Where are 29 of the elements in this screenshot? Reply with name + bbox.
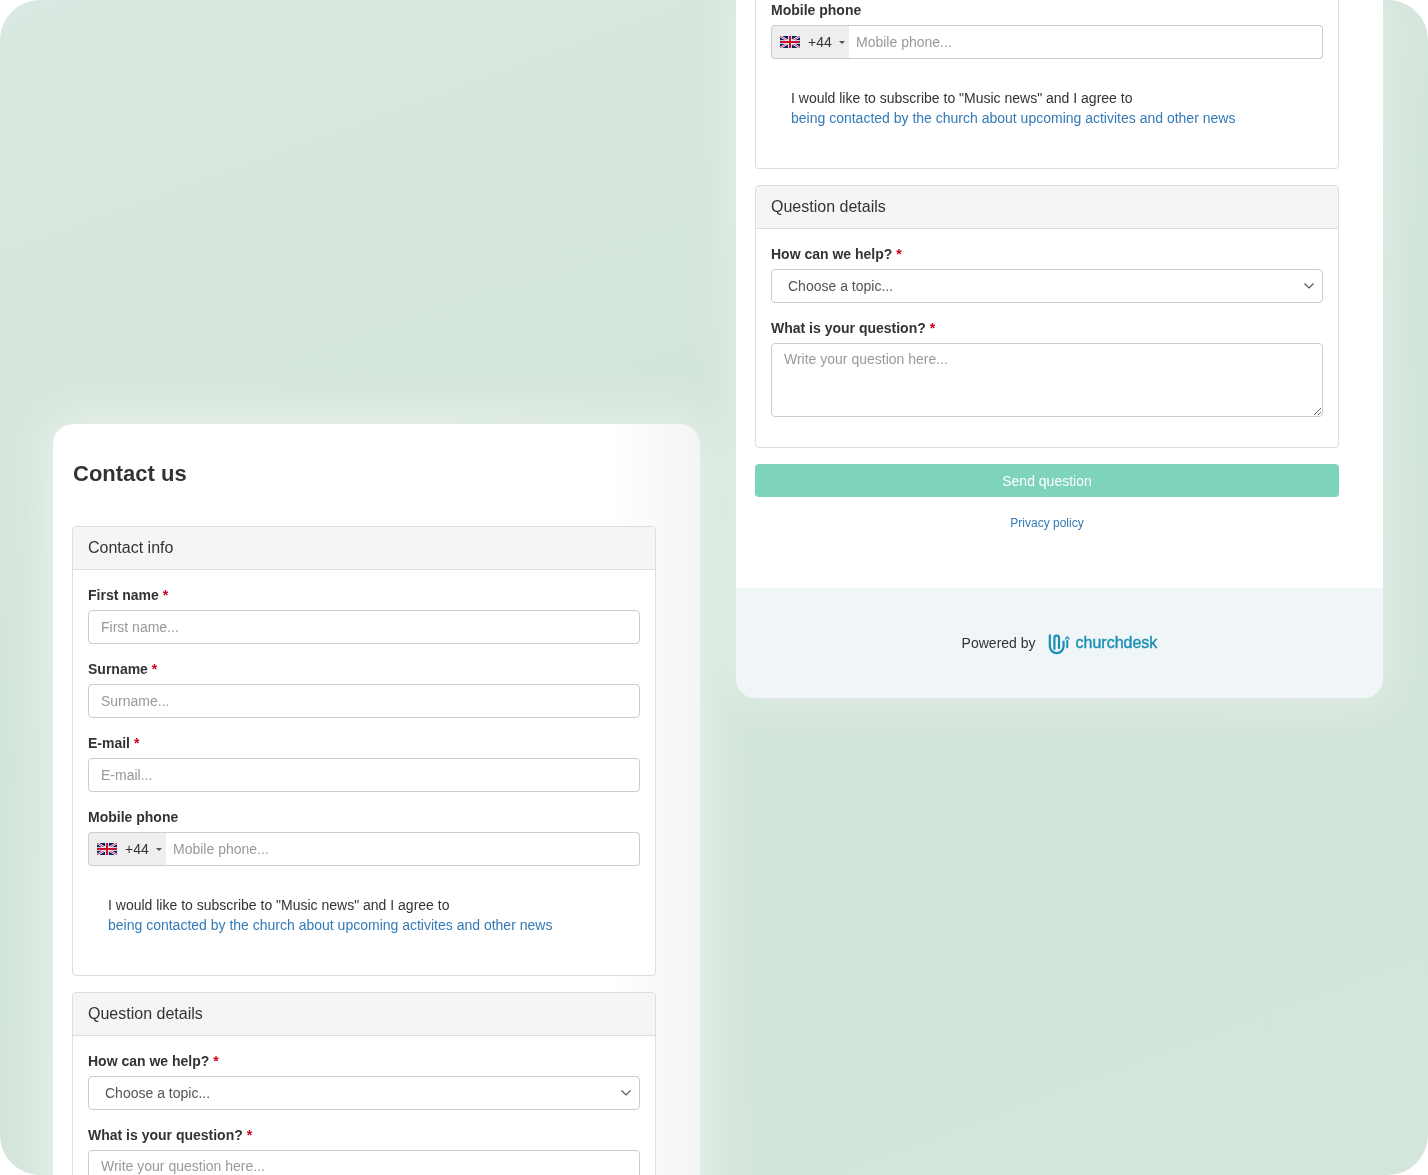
field-label: How can we help? * xyxy=(88,1052,219,1071)
chevron-down-icon xyxy=(621,1090,631,1096)
powered-by-text: Powered by xyxy=(961,635,1036,651)
question-textarea[interactable]: Write your question here... xyxy=(88,1150,640,1175)
text-input[interactable]: First name... xyxy=(88,610,640,644)
consent-text: I would like to subscribe to "Music news" and I agree to being contacted by the church about upcoming activites and other news xyxy=(107,896,554,935)
field-label: What is your question? * xyxy=(88,1126,253,1145)
section-header: Contact info xyxy=(73,527,655,570)
topic-select[interactable]: Choose a topic... xyxy=(88,1076,640,1110)
logo-text: churchdesk xyxy=(1075,634,1158,652)
text-input[interactable]: E-mail... xyxy=(88,758,640,792)
consent-link[interactable]: being contacted by the church about upcoming activites and other news xyxy=(108,917,553,933)
text-input[interactable]: Surname... xyxy=(88,684,640,718)
page-title: Contact us xyxy=(73,460,187,488)
field-label: Mobile phone xyxy=(771,1,862,20)
consent-text: I would like to subscribe to "Music news" and I agree to being contacted by the church about upcoming activites and other news xyxy=(790,89,1237,128)
section-header: Question details xyxy=(756,186,1338,229)
topic-select[interactable]: Choose a topic... xyxy=(771,269,1323,303)
section-header: Question details xyxy=(73,993,655,1036)
field-label: Surname * xyxy=(88,660,158,679)
field-label: How can we help? * xyxy=(771,245,902,264)
field-label: Mobile phone xyxy=(88,808,179,827)
field-label: What is your question? * xyxy=(771,319,936,338)
consent-link[interactable]: being contacted by the church about upcoming activites and other news xyxy=(791,110,1236,126)
field-label: First name * xyxy=(88,586,169,605)
question-textarea[interactable]: Write your question here... xyxy=(771,343,1323,417)
chevron-down-icon xyxy=(1304,283,1314,289)
field-label: E-mail * xyxy=(88,734,140,753)
privacy-policy-link[interactable]: Privacy policy xyxy=(1010,515,1084,532)
